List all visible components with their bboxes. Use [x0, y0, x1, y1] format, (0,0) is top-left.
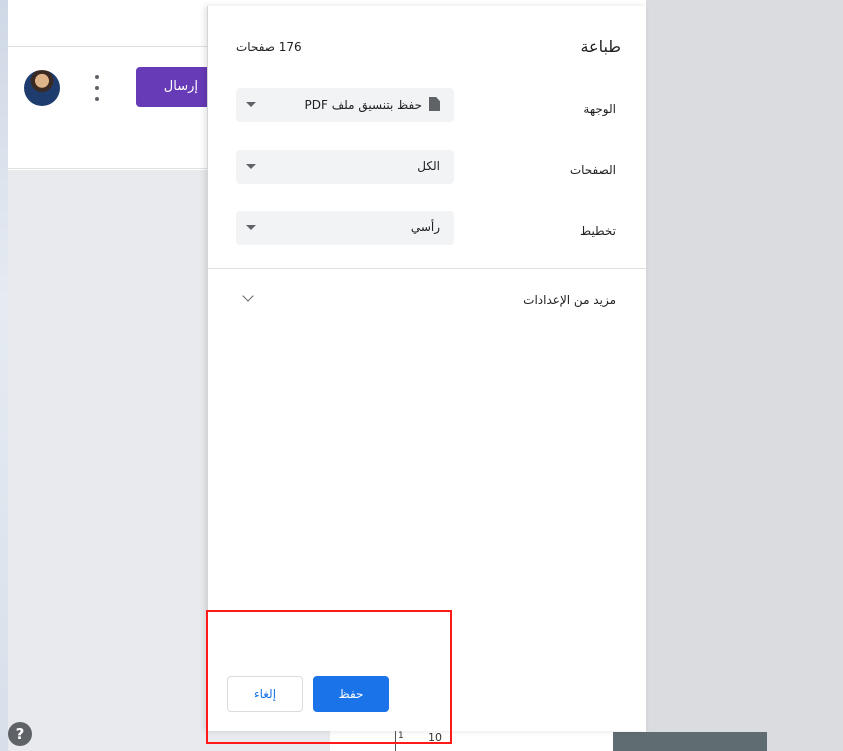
avatar[interactable] [24, 70, 60, 106]
pages-label: الصفحات [569, 163, 616, 177]
more-options-icon[interactable] [92, 75, 102, 101]
destination-value-wrap: حفظ بتنسيق ملف PDF [305, 97, 440, 112]
destination-label: الوجهة [583, 102, 616, 116]
pages-value: الكل [417, 159, 440, 173]
pages-select[interactable]: الكل [236, 150, 454, 184]
layout-label: تخطيط [580, 224, 616, 238]
dropdown-arrow-icon [246, 164, 256, 169]
header-divider [8, 46, 208, 47]
destination-value: حفظ بتنسيق ملف PDF [304, 98, 422, 112]
layout-value: رأسي [410, 220, 440, 234]
wallpaper-edge [0, 0, 8, 751]
page-count: 176 صفحات [236, 40, 302, 54]
print-preview-area [646, 0, 843, 751]
chevron-down-icon[interactable] [242, 290, 254, 302]
preview-dark-block [613, 732, 767, 751]
destination-select[interactable]: حفظ بتنسيق ملف PDF [236, 88, 454, 122]
file-icon [429, 97, 440, 111]
dropdown-arrow-icon [246, 225, 256, 230]
toolbar-divider [8, 168, 208, 169]
more-settings-toggle[interactable]: مزيد من الإعدادات [523, 293, 616, 307]
layout-select[interactable]: رأسي [236, 211, 454, 245]
help-icon[interactable]: ? [8, 722, 32, 746]
send-button[interactable]: إرسال [136, 67, 216, 107]
highlight-annotation-box [206, 610, 452, 744]
dialog-title: طباعة [580, 37, 621, 56]
dropdown-arrow-icon [246, 102, 256, 107]
section-divider [208, 268, 646, 269]
